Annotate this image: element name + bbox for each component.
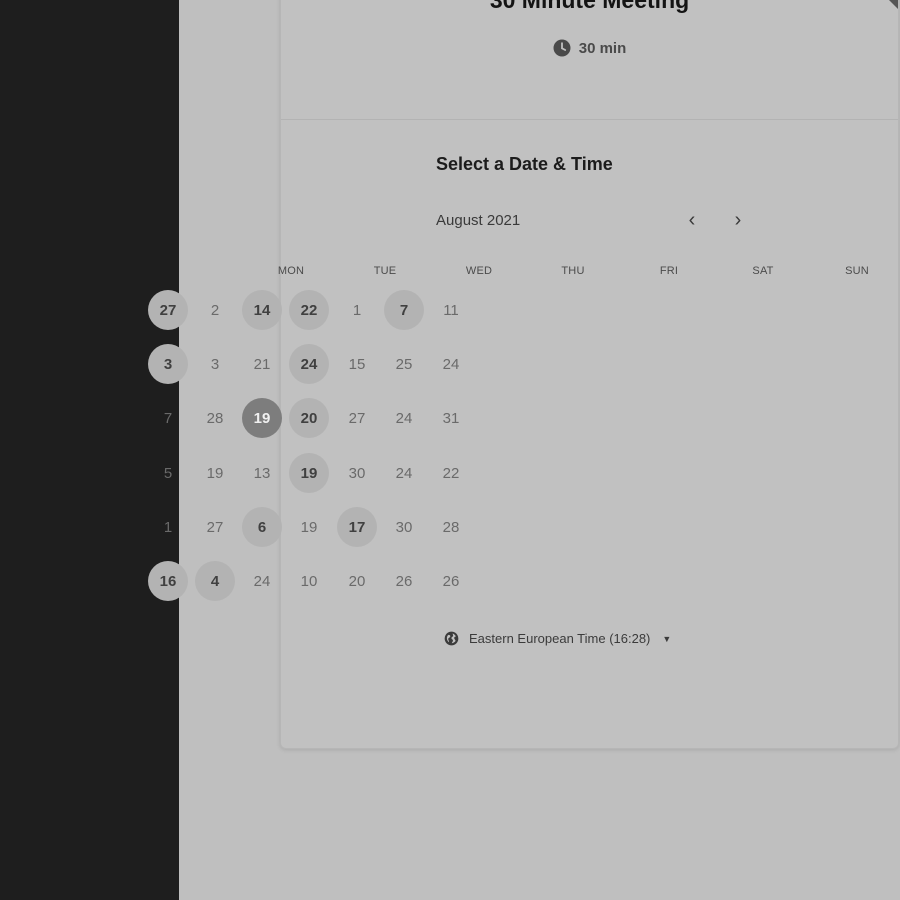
- calendar-day-available[interactable]: 20: [289, 398, 329, 438]
- month-navigation: August 2021 ‹ ›: [436, 209, 752, 232]
- weekday-sun: SUN: [845, 265, 869, 277]
- calendar-day: 21: [253, 355, 271, 373]
- weekday-thu: THU: [561, 265, 585, 277]
- timezone-label: Eastern European Time (16:28): [469, 631, 651, 646]
- next-month-button[interactable]: ›: [726, 208, 750, 232]
- month-label: August 2021: [436, 212, 521, 229]
- calendar-day: 24: [395, 409, 413, 427]
- booking-card: 30 Minute Meeting 30 min Select a Date &…: [148, 0, 899, 749]
- event-duration: 30 min: [281, 39, 898, 57]
- calendar-day: 19: [206, 464, 224, 482]
- caret-down-icon: ▼: [662, 633, 672, 644]
- weekday-sat: SAT: [752, 265, 774, 277]
- calendar-day: 19: [300, 518, 318, 536]
- weekday-wed: WED: [465, 265, 493, 277]
- calendar-day: 30: [395, 518, 413, 536]
- left-dark-panel: [0, 0, 179, 900]
- weekday-tue: TUE: [373, 265, 397, 277]
- calendar-day: 30: [348, 464, 366, 482]
- chevron-right-icon: ›: [734, 208, 742, 231]
- calendar-day: 22: [442, 464, 460, 482]
- calendar-day: 20: [348, 572, 366, 590]
- calendar-day: 28: [206, 409, 224, 427]
- calendar-day: 24: [442, 355, 460, 373]
- previous-month-button[interactable]: ‹: [680, 208, 704, 232]
- calendar-day-available[interactable]: 7: [384, 290, 424, 330]
- calendar-day: 26: [395, 572, 413, 590]
- calendar-day: 10: [300, 572, 318, 590]
- event-title: 30 Minute Meeting: [489, 0, 690, 13]
- clock-icon: [553, 39, 571, 57]
- weekday-mon: MON: [277, 265, 305, 277]
- duration-label: 30 min: [578, 39, 627, 57]
- calendar-day: 24: [395, 464, 413, 482]
- section-title: Select a Date & Time: [436, 154, 613, 174]
- calendar-day: 27: [206, 518, 224, 536]
- weekday-fri: FRI: [659, 265, 679, 277]
- calendar-day: 24: [253, 572, 271, 590]
- calendar-day: 27: [348, 409, 366, 427]
- weekday-header: MON TUE WED THU FRI SAT SUN: [278, 265, 869, 279]
- calendar-day-available[interactable]: 6: [242, 507, 282, 547]
- calendar-day-available[interactable]: 19: [289, 453, 329, 493]
- calendar-day: 28: [442, 518, 460, 536]
- calendar-day: 25: [395, 355, 413, 373]
- calendar-day: 31: [442, 409, 460, 427]
- calendar-day: 15: [348, 355, 366, 373]
- calendar-day-available[interactable]: 14: [242, 290, 282, 330]
- timezone-selector[interactable]: Eastern European Time (16:28) ▼: [444, 631, 671, 646]
- calendar-day-available[interactable]: 16: [148, 561, 188, 601]
- calendar-day-available[interactable]: 22: [289, 290, 329, 330]
- chevron-left-icon: ‹: [688, 208, 696, 231]
- calendar-day: 11: [443, 301, 459, 319]
- calendar-day: 5: [163, 464, 173, 482]
- calendar-day-available[interactable]: 3: [148, 344, 188, 384]
- calendar-day: 1: [352, 301, 362, 319]
- calendar-day: 2: [210, 301, 220, 319]
- calendar-day-available[interactable]: 27: [148, 290, 188, 330]
- calendar-day: 1: [163, 518, 173, 536]
- event-header: 30 Minute Meeting 30 min: [281, 0, 898, 120]
- globe-icon: [444, 631, 459, 646]
- calendar-day: 3: [210, 355, 220, 373]
- calendar-day-selected[interactable]: 19: [242, 398, 282, 438]
- calendar-day: 26: [442, 572, 460, 590]
- calendar-day-available[interactable]: 4: [195, 561, 235, 601]
- calendar-day-available[interactable]: 24: [289, 344, 329, 384]
- calendar-day: 13: [253, 464, 271, 482]
- calendar-day: 7: [163, 409, 173, 427]
- calendar-day-available[interactable]: 17: [337, 507, 377, 547]
